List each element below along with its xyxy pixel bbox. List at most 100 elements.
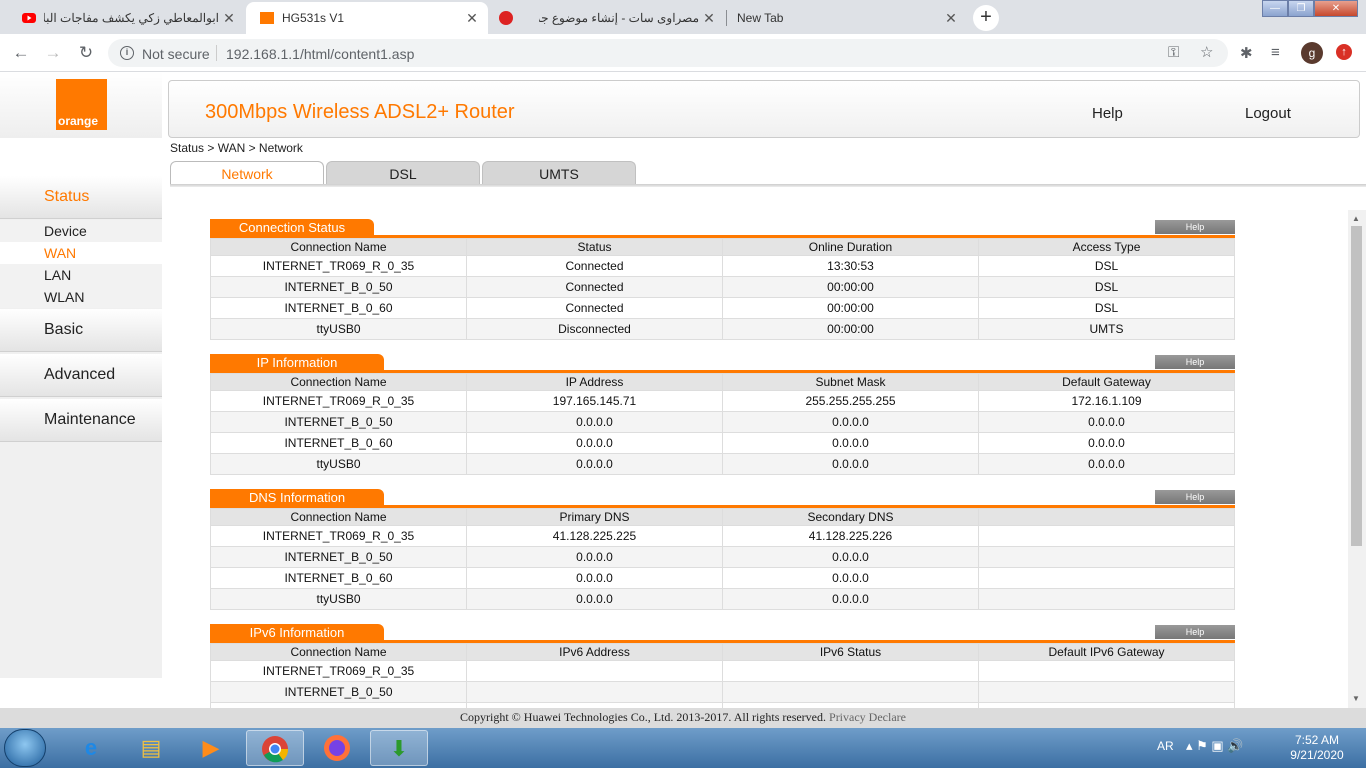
tab-router[interactable]: HG531s V1 ✕: [246, 2, 488, 34]
section-help-button[interactable]: Help: [1155, 355, 1235, 369]
minimize-button[interactable]: —: [1262, 0, 1288, 17]
table-cell: 00:00:00: [722, 297, 979, 319]
back-arrow-icon[interactable]: ←: [10, 43, 32, 63]
table-cell: 41.128.225.225: [466, 525, 723, 547]
scrollbar-thumb[interactable]: [1351, 226, 1362, 546]
tab-underline: [170, 184, 1366, 187]
close-tab-icon[interactable]: ✕: [701, 10, 717, 27]
table-cell: INTERNET_B_0_60: [210, 297, 467, 319]
column-header: Connection Name: [210, 643, 467, 661]
tab-network[interactable]: Network: [170, 161, 324, 185]
breadcrumb: Status > WAN > Network: [170, 141, 303, 155]
section-help-button[interactable]: Help: [1155, 220, 1235, 234]
column-header: Default IPv6 Gateway: [978, 643, 1235, 661]
tab-youtube[interactable]: ابوالمعاطي زكي يكشف مفاجات البلايلي ✕: [0, 2, 245, 34]
sidebar-item-device[interactable]: Device: [0, 220, 162, 242]
chrome-icon[interactable]: [246, 730, 304, 766]
section-help-button[interactable]: Help: [1155, 625, 1235, 639]
youtube-icon: [22, 13, 36, 23]
table-cell: DSL: [978, 297, 1235, 319]
update-icon[interactable]: ↑: [1336, 44, 1352, 60]
file-explorer-icon[interactable]: ▤: [122, 730, 180, 766]
privacy-declare-link[interactable]: Privacy Declare: [829, 710, 906, 724]
table-cell: [978, 588, 1235, 610]
sidebar-maintenance[interactable]: Maintenance: [0, 399, 162, 442]
sidebar-item-wlan[interactable]: WLAN: [0, 286, 162, 308]
table-header-row: Connection Name IP Address Subnet Mask Defa…: [210, 373, 1235, 391]
table-row: INTERNET_B_0_50 0.0.0.0 0.0.0.0: [210, 546, 1235, 568]
table-cell: 0.0.0.0: [722, 432, 979, 454]
forward-arrow-icon[interactable]: →: [42, 43, 64, 63]
clock-time: 7:52 AM: [1294, 733, 1340, 747]
sidebar-item-wan[interactable]: WAN: [0, 242, 162, 264]
start-button[interactable]: [4, 729, 46, 767]
download-manager-icon[interactable]: ⬇: [370, 730, 428, 766]
clock-date: 9/21/2020: [1290, 748, 1344, 762]
close-tab-icon[interactable]: ✕: [943, 10, 959, 27]
vertical-scrollbar[interactable]: ▲ ▼: [1348, 210, 1366, 708]
url-text[interactable]: 192.168.1.1/html/content1.asp: [226, 46, 414, 62]
table-cell: 197.165.145.71: [466, 390, 723, 412]
table-cell: Connected: [466, 255, 723, 277]
table-cell: Connected: [466, 297, 723, 319]
close-tab-icon[interactable]: ✕: [464, 10, 480, 27]
sidebar-advanced[interactable]: Advanced: [0, 354, 162, 397]
tab-title: New Tab: [737, 11, 784, 25]
column-header: IP Address: [466, 373, 723, 391]
reload-icon[interactable]: ↻: [75, 43, 97, 63]
sidebar-basic[interactable]: Basic: [0, 309, 162, 352]
table-cell: 0.0.0.0: [978, 453, 1235, 475]
sidebar-item-lan[interactable]: LAN: [0, 264, 162, 286]
table-cell: INTERNET_B_0_50: [210, 546, 467, 568]
table-cell: DSL: [978, 255, 1235, 277]
extensions-icon[interactable]: ✱: [1240, 44, 1253, 62]
logout-link[interactable]: Logout: [1245, 105, 1291, 122]
close-tab-icon[interactable]: ✕: [221, 10, 237, 27]
table-cell: 0.0.0.0: [722, 588, 979, 610]
table-cell: Connected: [466, 276, 723, 298]
media-control-icon[interactable]: ≡: [1271, 44, 1280, 61]
table-cell: INTERNET_B_0_50: [210, 681, 467, 703]
firefox-icon[interactable]: [308, 730, 366, 766]
star-icon[interactable]: ☆: [1200, 43, 1213, 61]
section-table: Connection Name IP Address Subnet Mask Defa…: [210, 373, 1235, 475]
system-tray[interactable]: ▴ ⚑ ▣ 🔊: [1186, 738, 1243, 754]
table-cell: 0.0.0.0: [978, 411, 1235, 433]
tab-masrawy[interactable]: مصراوى سات - إنشاء موضوع جديد ✕: [489, 2, 725, 34]
section-help-button[interactable]: Help: [1155, 490, 1235, 504]
tab-new-tab[interactable]: New Tab ✕: [727, 2, 967, 34]
sidebar: Status Device WAN LAN WLAN Basic Advance…: [0, 176, 162, 678]
table-cell: 255.255.255.255: [722, 390, 979, 412]
maximize-button[interactable]: ❐: [1288, 0, 1314, 17]
table-cell: INTERNET_TR069_R_0_35: [210, 660, 467, 682]
internet-explorer-icon[interactable]: e: [62, 730, 120, 766]
table-cell: UMTS: [978, 318, 1235, 340]
info-icon[interactable]: i: [120, 46, 134, 60]
table-cell: 00:00:00: [722, 318, 979, 340]
column-header: Primary DNS: [466, 508, 723, 526]
column-header: Status: [466, 238, 723, 256]
language-indicator[interactable]: AR: [1157, 739, 1174, 753]
tab-dsl[interactable]: DSL: [326, 161, 480, 185]
scroll-up-arrow-icon[interactable]: ▲: [1352, 214, 1360, 223]
sidebar-status[interactable]: Status: [0, 176, 162, 219]
product-name: 300Mbps Wireless ADSL2+ Router: [205, 101, 515, 123]
media-player-icon[interactable]: ▶: [182, 730, 240, 766]
table-cell: 0.0.0.0: [722, 411, 979, 433]
table-cell: INTERNET_TR069_R_0_35: [210, 255, 467, 277]
help-link[interactable]: Help: [1092, 105, 1123, 122]
tab-title: HG531s V1: [282, 11, 345, 25]
new-tab-button[interactable]: +: [973, 5, 999, 31]
scroll-down-arrow-icon[interactable]: ▼: [1352, 694, 1360, 703]
table-cell: [978, 681, 1235, 703]
table-cell: [978, 567, 1235, 589]
profile-avatar[interactable]: g: [1301, 42, 1323, 64]
key-icon[interactable]: ⚿: [1168, 44, 1179, 61]
column-header: Subnet Mask: [722, 373, 979, 391]
table-cell: [722, 660, 979, 682]
tab-umts[interactable]: UMTS: [482, 161, 636, 185]
omnibox[interactable]: i Not secure 192.168.1.1/html/content1.a…: [108, 39, 1228, 67]
close-window-button[interactable]: ✕: [1314, 0, 1358, 17]
router-page: orange 300Mbps Wireless ADSL2+ Router He…: [0, 72, 1366, 708]
clock[interactable]: 7:52 AM 9/21/2020: [1286, 733, 1348, 763]
